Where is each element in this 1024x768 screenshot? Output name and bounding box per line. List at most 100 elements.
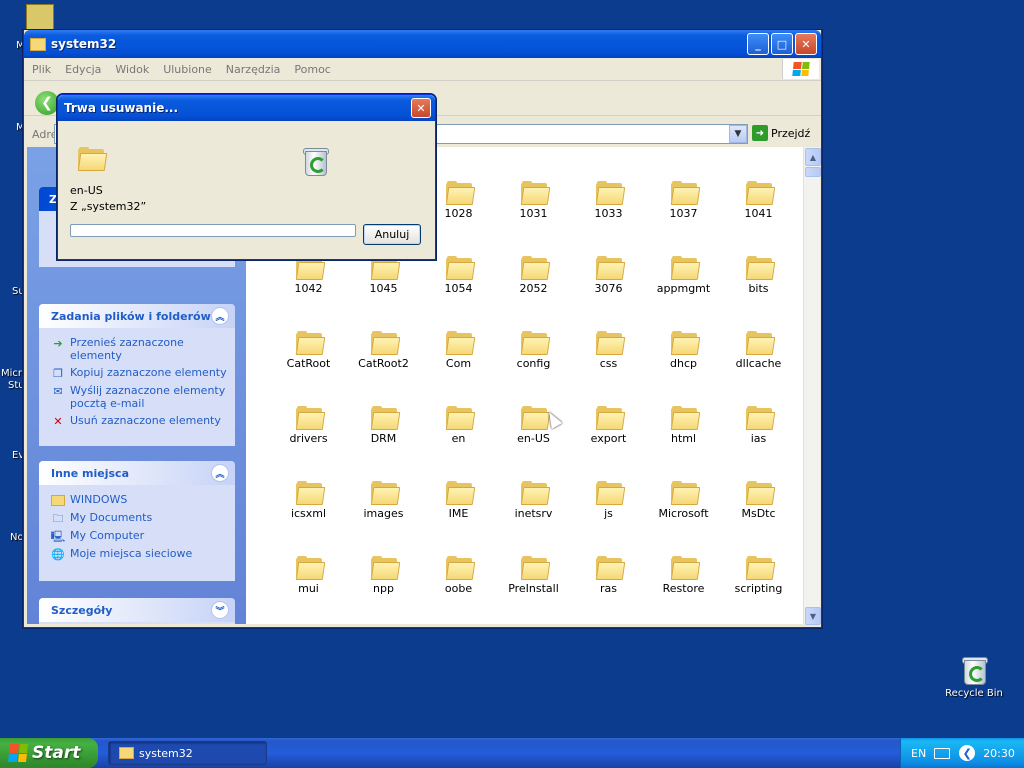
folder-item[interactable]: 1054 (421, 256, 496, 295)
file-tasks-panel: Zadania plików i folderów ︽ ➔ Przenieś za… (39, 304, 235, 446)
folder-item[interactable]: 1033 (571, 181, 646, 220)
folder-item[interactable]: 2052 (496, 256, 571, 295)
show-hidden-icons-icon[interactable]: ❮ (959, 745, 976, 761)
file-tasks-header[interactable]: Zadania plików i folderów ︽ (39, 304, 235, 328)
folder-item[interactable]: IME (421, 481, 496, 520)
clock[interactable]: 20:30 (983, 747, 1015, 760)
task-copy[interactable]: ❐ Kopiuj zaznaczone elementy (51, 366, 227, 380)
folder-item[interactable]: en (421, 406, 496, 445)
folder-item[interactable]: css (571, 331, 646, 370)
folder-item[interactable]: npp (346, 556, 421, 595)
folder-item[interactable]: 1041 (721, 181, 796, 220)
folder-item[interactable]: bits (721, 256, 796, 295)
windows-logo-icon (782, 59, 819, 79)
scroll-up-button[interactable]: ▲ (805, 148, 821, 166)
go-button[interactable]: ➜ Przejdź (752, 125, 810, 141)
dialog-close-button[interactable]: ✕ (411, 98, 431, 118)
folder-icon (670, 556, 700, 580)
place-my-computer[interactable]: 🖳 My Computer (51, 529, 227, 543)
task-delete[interactable]: ✕ Usuń zaznaczone elementy (51, 414, 227, 428)
folder-item[interactable]: dhcp (646, 331, 721, 370)
folder-item[interactable]: CatRoot2 (346, 331, 421, 370)
close-button[interactable]: ✕ (795, 33, 817, 55)
folder-item[interactable]: dllcache (721, 331, 796, 370)
folder-item[interactable]: en-US (496, 406, 571, 445)
menu-favorites[interactable]: Ulubione (163, 63, 212, 76)
folder-icon (745, 556, 775, 580)
folder-item[interactable]: js (571, 481, 646, 520)
desktop-icon-label: No (10, 532, 24, 543)
menu-edit[interactable]: Edycja (65, 63, 101, 76)
folder-item[interactable]: export (571, 406, 646, 445)
delete-progress-dialog: Trwa usuwanie... ✕ en-US Z „system32” An… (57, 94, 436, 260)
folder-item[interactable]: icsxml (271, 481, 346, 520)
folder-item[interactable]: Com (421, 331, 496, 370)
folder-item[interactable]: PreInstall (496, 556, 571, 595)
folder-item[interactable]: appmgmt (646, 256, 721, 295)
folder-item[interactable]: Restore (646, 556, 721, 595)
menu-view[interactable]: Widok (115, 63, 149, 76)
vertical-scrollbar[interactable]: ▲ ▼ (803, 147, 821, 625)
place-windows[interactable]: WINDOWS (51, 493, 227, 507)
chevron-down-icon[interactable]: ▼ (729, 125, 747, 143)
folder-item[interactable]: 1031 (496, 181, 571, 220)
system-tray: EN ❮ 20:30 (900, 738, 1024, 768)
folder-item[interactable]: scripting (721, 556, 796, 595)
recycle-bin-desktop-icon[interactable]: Recycle Bin (940, 656, 1008, 699)
desktop-shortcut-icon[interactable] (26, 4, 54, 32)
folder-item[interactable]: MsDtc (721, 481, 796, 520)
place-my-documents[interactable]: 🗀 My Documents (51, 511, 227, 525)
menu-tools[interactable]: Narzędzia (226, 63, 281, 76)
task-move[interactable]: ➔ Przenieś zaznaczone elementy (51, 336, 227, 362)
folder-label: npp (373, 582, 394, 595)
folder-item[interactable]: CatRoot (271, 331, 346, 370)
folder-label: export (590, 432, 627, 445)
folder-item[interactable]: 3076 (571, 256, 646, 295)
folder-label: 2052 (519, 282, 548, 295)
keyboard-icon[interactable] (934, 747, 951, 759)
folder-item[interactable]: mui (271, 556, 346, 595)
folder-item[interactable]: images (346, 481, 421, 520)
recycle-bin-icon (302, 147, 329, 176)
deleting-item-name: en-US (70, 184, 103, 197)
back-button[interactable]: ❮ (35, 91, 59, 115)
scroll-down-button[interactable]: ▼ (805, 607, 821, 625)
folder-icon (670, 331, 700, 355)
collapse-icon[interactable]: ︽ (211, 464, 229, 482)
folder-item[interactable]: Microsoft (646, 481, 721, 520)
folder-icon (520, 331, 550, 355)
minimize-button[interactable]: _ (747, 33, 769, 55)
details-header[interactable]: Szczegóły ︾ (39, 598, 235, 622)
task-email[interactable]: ✉ Wyślij zaznaczone elementy pocztą e-mai… (51, 384, 227, 410)
language-indicator[interactable]: EN (911, 747, 926, 760)
explorer-titlebar[interactable]: system32 _ □ ✕ (24, 30, 821, 58)
folder-item[interactable]: 1037 (646, 181, 721, 220)
folder-item[interactable]: ias (721, 406, 796, 445)
folder-icon (745, 331, 775, 355)
expand-icon[interactable]: ︾ (211, 601, 229, 619)
cancel-button[interactable]: Anuluj (363, 224, 421, 245)
maximize-button[interactable]: □ (771, 33, 793, 55)
folder-item[interactable]: 1042 (271, 256, 346, 295)
menu-help[interactable]: Pomoc (294, 63, 330, 76)
folder-label: dllcache (735, 357, 782, 370)
folder-item[interactable]: ras (571, 556, 646, 595)
taskbar-window-system32[interactable]: system32 (108, 741, 267, 765)
place-network[interactable]: 🌐 Moje miejsca sieciowe (51, 547, 227, 561)
folder-item[interactable]: oobe (421, 556, 496, 595)
email-icon: ✉ (53, 384, 63, 398)
scroll-thumb[interactable] (805, 167, 821, 177)
other-places-header[interactable]: Inne miejsca ︽ (39, 461, 235, 485)
folder-item[interactable]: html (646, 406, 721, 445)
folder-item[interactable]: config (496, 331, 571, 370)
start-button[interactable]: Start (0, 738, 98, 768)
folder-item[interactable]: 1045 (346, 256, 421, 295)
folder-label: inetsrv (514, 507, 553, 520)
dialog-titlebar[interactable]: Trwa usuwanie... ✕ (58, 95, 435, 121)
folder-item[interactable]: DRM (346, 406, 421, 445)
collapse-icon[interactable]: ︽ (211, 307, 229, 325)
folder-item[interactable]: inetsrv (496, 481, 571, 520)
menu-file[interactable]: Plik (32, 63, 51, 76)
folder-icon (30, 37, 46, 51)
folder-item[interactable]: drivers (271, 406, 346, 445)
